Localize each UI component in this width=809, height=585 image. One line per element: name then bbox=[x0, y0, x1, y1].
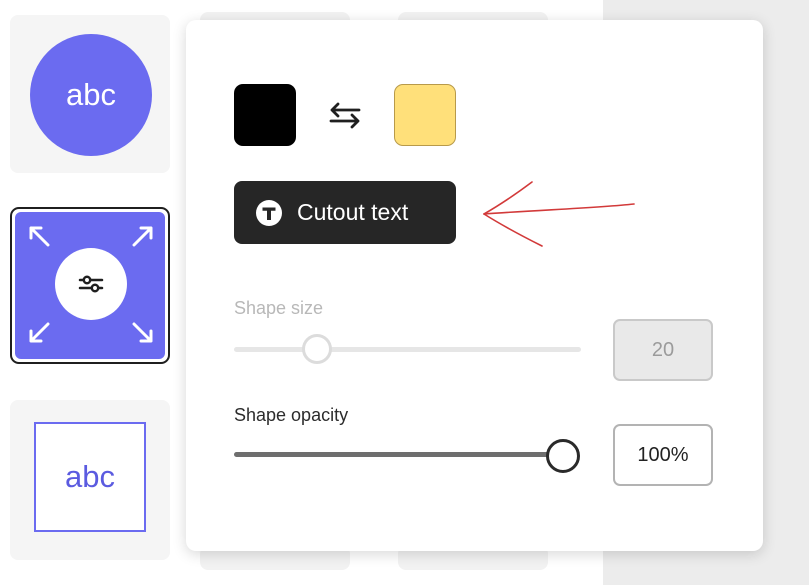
expand-arrow-icon bbox=[132, 226, 153, 247]
style-option-outlined-square[interactable]: abc bbox=[34, 422, 146, 532]
style-option-filled-circle[interactable]: abc bbox=[30, 34, 152, 156]
cutout-text-button[interactable]: Cutout text bbox=[234, 181, 456, 244]
style-option-selected[interactable] bbox=[10, 207, 170, 364]
edit-style-button[interactable] bbox=[55, 248, 127, 320]
annotation-arrow bbox=[483, 181, 635, 247]
shape-opacity-track bbox=[234, 452, 564, 457]
shape-size-input: 20 bbox=[613, 319, 713, 381]
style-preview-text: abc bbox=[65, 459, 115, 494]
shape-opacity-slider-thumb[interactable] bbox=[546, 439, 580, 473]
expand-arrow-icon bbox=[29, 226, 50, 247]
background-color-swatch[interactable] bbox=[394, 84, 456, 146]
text-t-icon bbox=[255, 199, 283, 227]
sliders-icon bbox=[78, 275, 104, 293]
foreground-color-swatch[interactable] bbox=[234, 84, 296, 146]
shape-opacity-label: Shape opacity bbox=[234, 405, 349, 425]
style-preview-text: abc bbox=[66, 77, 116, 112]
style-options-popover: Cutout text Shape size 20 Shape opacity … bbox=[186, 20, 763, 551]
cutout-text-label: Cutout text bbox=[297, 199, 409, 225]
swap-arrows-icon[interactable] bbox=[327, 100, 363, 130]
shape-opacity-value: 100% bbox=[637, 443, 689, 466]
expand-arrow-icon bbox=[29, 322, 50, 343]
shape-size-value: 20 bbox=[651, 338, 675, 361]
expand-arrow-icon bbox=[132, 322, 153, 343]
shape-opacity-input[interactable]: 100% bbox=[613, 424, 713, 486]
style-preview-selected bbox=[15, 212, 165, 359]
shape-size-label: Shape size bbox=[234, 298, 324, 318]
shape-size-track bbox=[234, 347, 581, 352]
shape-size-slider-thumb bbox=[302, 334, 332, 364]
